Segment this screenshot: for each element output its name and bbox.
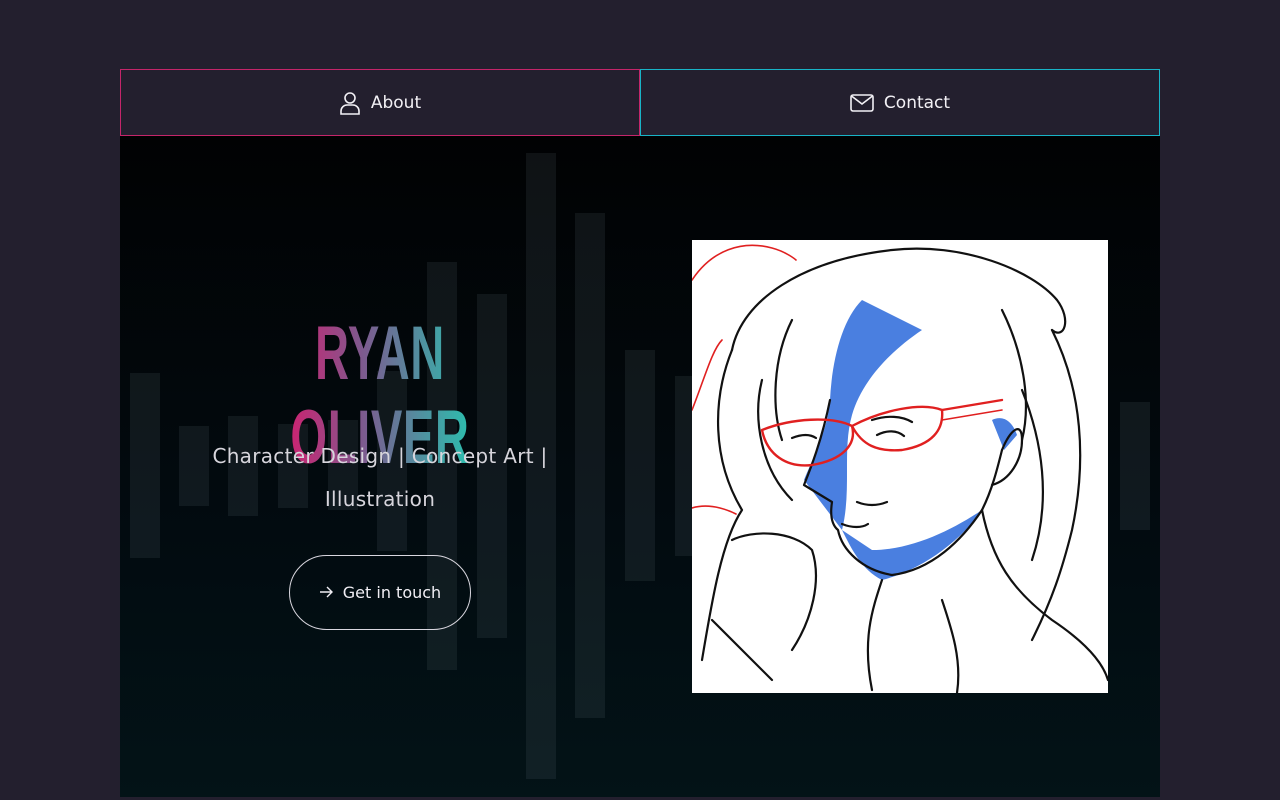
top-nav: About Contact xyxy=(120,69,1160,136)
nav-contact-tab[interactable]: Contact xyxy=(640,69,1160,136)
tagline-line-1: Character Design | Concept Art | xyxy=(212,444,548,468)
user-icon xyxy=(339,91,361,115)
get-in-touch-label: Get in touch xyxy=(342,583,442,602)
tagline: Character Design | Concept Art | Illustr… xyxy=(210,435,550,521)
arrow-right-icon xyxy=(319,583,333,602)
tagline-line-2: Illustration xyxy=(324,487,436,511)
hero-section: RYAN OLIVER Character Design | Concept A… xyxy=(120,136,1160,797)
get-in-touch-button[interactable]: Get in touch xyxy=(289,555,471,630)
nav-about-tab[interactable]: About xyxy=(120,69,640,136)
nav-contact-label: Contact xyxy=(883,92,951,113)
envelope-icon xyxy=(850,93,874,112)
nav-about-label: About xyxy=(370,92,422,113)
portrait-image xyxy=(692,240,1108,693)
